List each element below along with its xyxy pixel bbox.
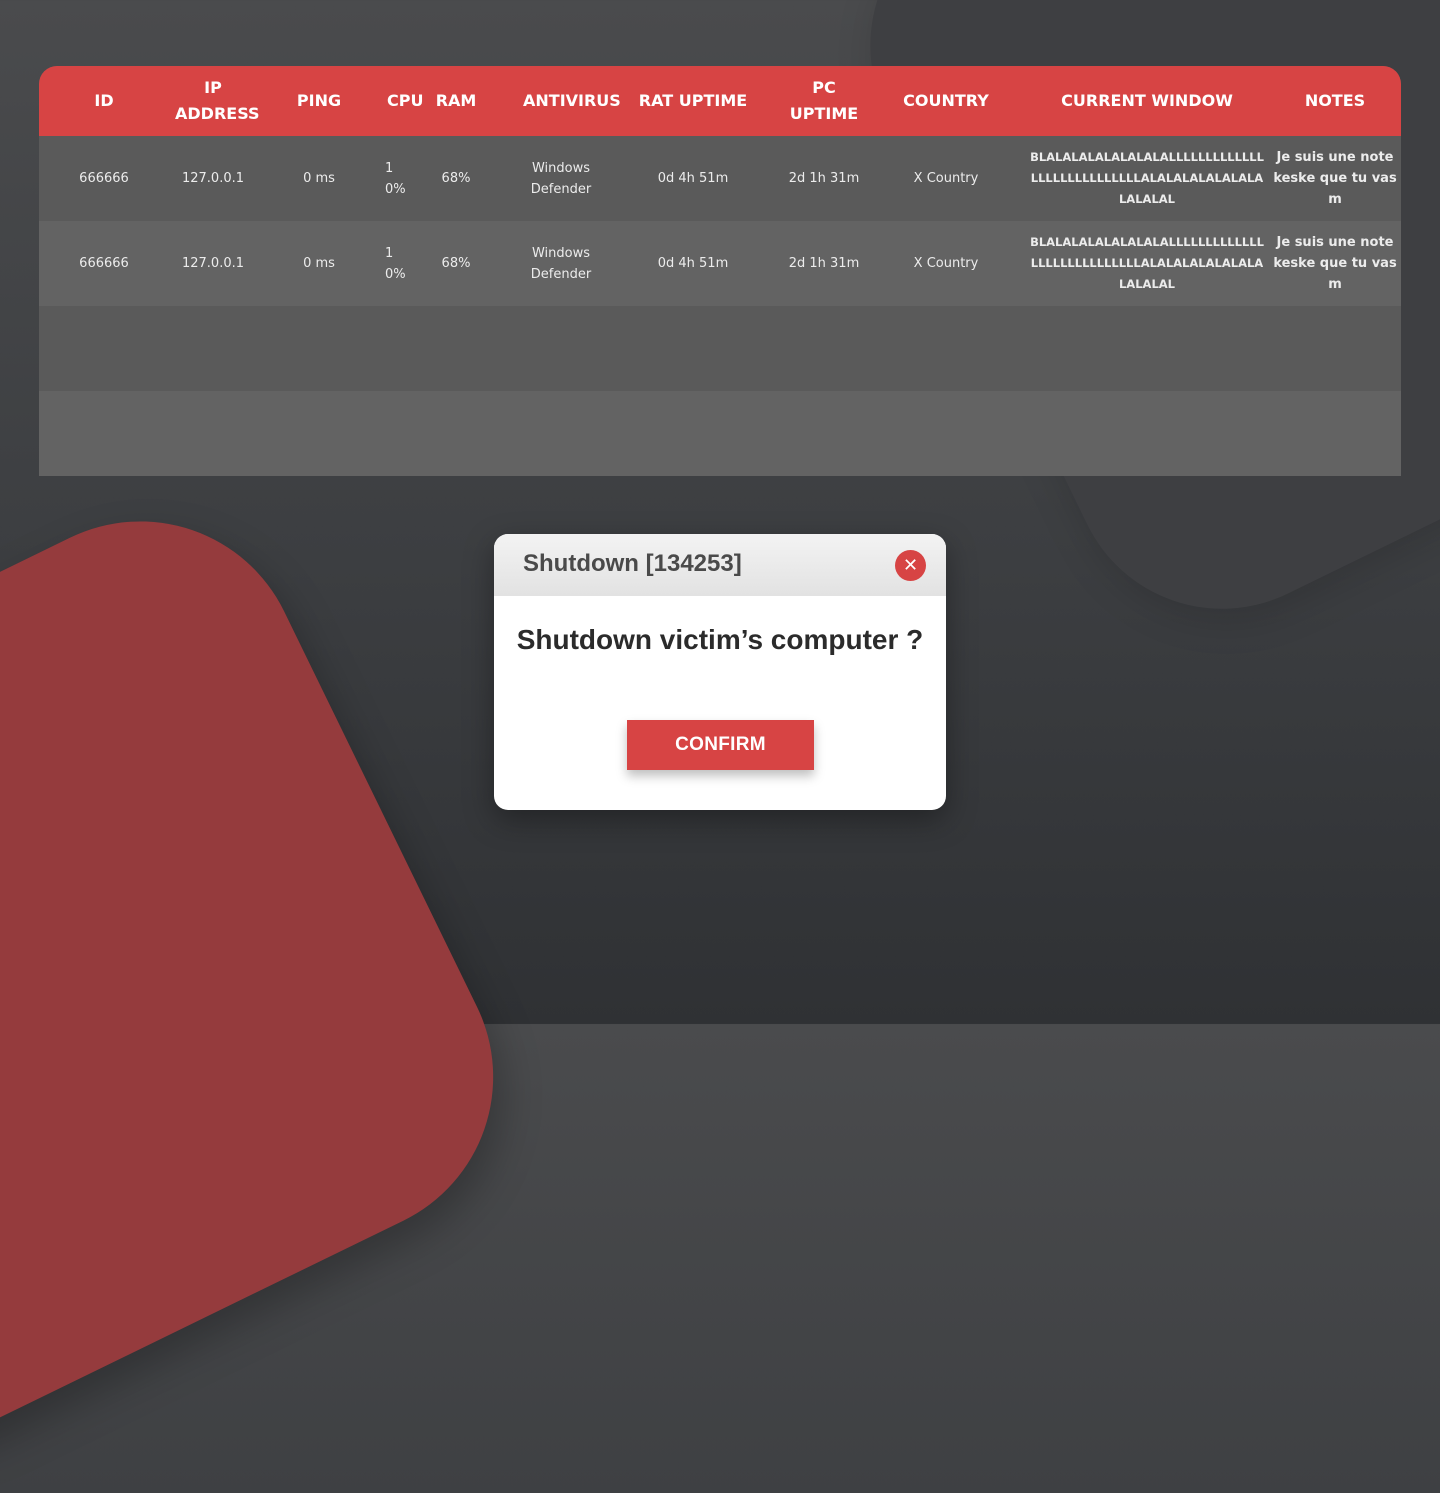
table-row-empty: [39, 391, 1401, 476]
header-country[interactable]: COUNTRY: [867, 66, 1025, 136]
cell-rat-uptime: 0d 4h 51m: [657, 171, 729, 186]
cell-cpu: 10%: [385, 160, 406, 197]
header-id[interactable]: ID: [39, 66, 169, 136]
cell-ping: 0 ms: [303, 256, 335, 271]
cell-pc-uptime: 2d 1h 31m: [788, 256, 860, 271]
cell-id: 666666: [79, 256, 129, 271]
header-current-window[interactable]: CURRENT WINDOW: [1025, 66, 1269, 136]
table-row[interactable]: 666666 127.0.0.1 0 ms 10% 68% Windows De…: [39, 221, 1401, 306]
header-notes[interactable]: NOTES: [1269, 66, 1401, 136]
header-antivirus[interactable]: ANTIVIRUS: [517, 66, 621, 136]
cell-antivirus: Windows Defender: [530, 160, 592, 197]
cell-ram: 68%: [441, 256, 471, 271]
table-row-empty: [39, 306, 1401, 391]
cell-country: X Country: [913, 171, 979, 186]
dialog-header: Shutdown [134253] ✕: [494, 534, 946, 596]
background-shape-red: [0, 467, 548, 1493]
cell-id: 666666: [79, 171, 129, 186]
cell-ram: 68%: [441, 171, 471, 186]
header-ping[interactable]: PING: [257, 66, 381, 136]
header-rat-uptime[interactable]: RAT UPTIME: [605, 66, 781, 136]
table-row[interactable]: 666666 127.0.0.1 0 ms 10% 68% Windows De…: [39, 136, 1401, 221]
header-ip-address[interactable]: IP ADDRESS: [169, 66, 260, 136]
cell-rat-uptime: 0d 4h 51m: [657, 256, 729, 271]
cell-country: X Country: [913, 256, 979, 271]
cell-cpu: 10%: [385, 245, 406, 282]
cell-notes: Je suis une note keske que tu vas m: [1273, 235, 1397, 292]
header-pc-uptime[interactable]: PC UPTIME: [781, 66, 867, 136]
confirm-button[interactable]: CONFIRM: [627, 720, 814, 770]
cell-ip: 127.0.0.1: [181, 256, 245, 271]
shutdown-dialog: Shutdown [134253] ✕ Shutdown victim’s co…: [494, 534, 946, 810]
cell-notes: Je suis une note keske que tu vas m: [1273, 150, 1397, 207]
clients-table: ID IP ADDRESS PING CPU RAM ANTIVIRUS RAT…: [39, 66, 1401, 476]
dialog-question: Shutdown victim’s computer ?: [516, 624, 924, 655]
clients-table-grid: ID IP ADDRESS PING CPU RAM ANTIVIRUS RAT…: [39, 66, 1401, 476]
cell-pc-uptime: 2d 1h 31m: [788, 171, 860, 186]
header-cpu[interactable]: CPU: [381, 66, 423, 136]
dialog-title: Shutdown [134253]: [523, 550, 742, 577]
close-icon[interactable]: ✕: [895, 550, 926, 581]
cell-current-window: BLALALALALALALALALLLLLLLLLLLLLLLLLLLLLLL…: [1030, 235, 1264, 291]
cell-antivirus: Windows Defender: [530, 245, 592, 282]
cell-ping: 0 ms: [303, 171, 335, 186]
cell-ip: 127.0.0.1: [181, 171, 245, 186]
cell-current-window: BLALALALALALALALALLLLLLLLLLLLLLLLLLLLLLL…: [1030, 150, 1264, 206]
table-header-row: ID IP ADDRESS PING CPU RAM ANTIVIRUS RAT…: [39, 66, 1401, 136]
